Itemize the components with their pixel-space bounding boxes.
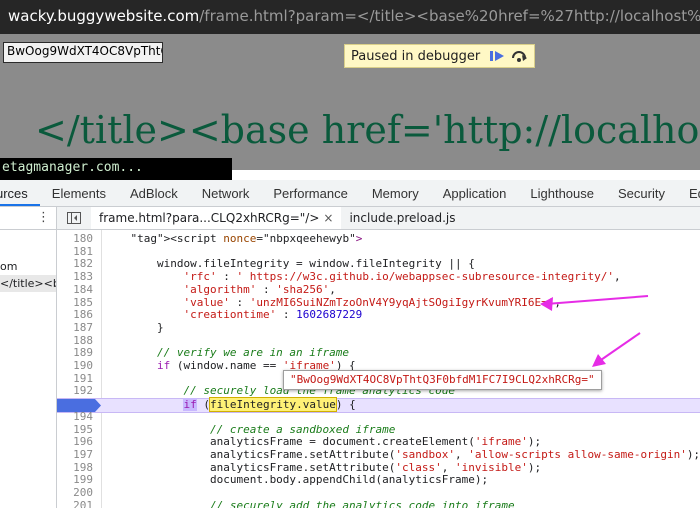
tab-memory[interactable]: Memory bbox=[360, 180, 431, 206]
line-number[interactable]: 183 bbox=[57, 270, 93, 284]
source-tabs: frame.html?para...CLQ2xhRCRg="/> × includ… bbox=[57, 207, 700, 230]
tab-editthiscookie[interactable]: EditThisCo bbox=[677, 180, 700, 206]
paused-in-debugger-banner: Paused in debugger bbox=[344, 44, 536, 68]
navigator-item-domain[interactable]: om bbox=[0, 258, 56, 275]
line-number[interactable]: 190 bbox=[57, 359, 93, 373]
tab-application[interactable]: Application bbox=[431, 180, 519, 206]
page-viewport: BwOog9WdXT4OC8VpThtQ3 Paused in debugger… bbox=[0, 34, 700, 170]
devtools-tab-bar: urces Elements AdBlock Network Performan… bbox=[0, 180, 700, 207]
sidebar-toggle-icon[interactable] bbox=[67, 211, 85, 225]
status-link-tooltip: etagmanager.com... bbox=[0, 158, 232, 180]
code-text: 'creationtime' : 1602687229 bbox=[183, 308, 363, 322]
line-number[interactable]: 197 bbox=[57, 448, 93, 462]
url-path: /frame.html?param=</title><base%20href=%… bbox=[199, 7, 700, 25]
source-tab-frame[interactable]: frame.html?para...CLQ2xhRCRg="/> × bbox=[91, 207, 342, 229]
step-over-icon[interactable] bbox=[508, 47, 530, 65]
code-editor[interactable]: 180 "tag"><script nonce="nbpxqeehewyb"> 1… bbox=[57, 230, 700, 508]
tab-elements[interactable]: Elements bbox=[40, 180, 118, 206]
code-text: "tag"><script nonce="nbpxqeehewyb"> bbox=[130, 232, 363, 245]
line-number[interactable]: 196 bbox=[57, 435, 93, 449]
tab-lighthouse[interactable]: Lighthouse bbox=[518, 180, 606, 206]
resume-icon[interactable] bbox=[486, 47, 508, 65]
tab-performance[interactable]: Performance bbox=[261, 180, 359, 206]
code-line[interactable]: 187 } bbox=[57, 320, 700, 335]
page-input-field[interactable]: BwOog9WdXT4OC8VpThtQ3 bbox=[3, 42, 163, 63]
line-number[interactable]: 186 bbox=[57, 308, 93, 322]
close-icon[interactable]: × bbox=[323, 211, 333, 225]
code-text: // securely add the analytics code into … bbox=[104, 498, 515, 508]
line-number[interactable]: 192 bbox=[57, 385, 93, 398]
code-line[interactable]: 201 // securely add the analytics code i… bbox=[57, 498, 700, 508]
line-number[interactable]: 184 bbox=[57, 283, 93, 297]
line-number[interactable]: 200 bbox=[57, 486, 93, 500]
code-line[interactable]: 183 'rfc' : ' https://w3c.github.io/weba… bbox=[57, 270, 700, 284]
file-navigator: ⋮ om </title><ba bbox=[0, 207, 57, 508]
code-line[interactable]: 199 document.body.appendChild(analyticsF… bbox=[57, 474, 700, 487]
tab-sources[interactable]: urces bbox=[0, 180, 40, 206]
line-number[interactable]: 201 bbox=[57, 499, 93, 508]
code-line[interactable]: 186 'creationtime' : 1602687229 bbox=[57, 308, 700, 322]
page-heading-text: </title><base href='http://localhost'> bbox=[35, 108, 700, 152]
navigator-header: ⋮ bbox=[0, 207, 56, 230]
source-tab-label: include.preload.js bbox=[349, 211, 456, 225]
paused-label: Paused in debugger bbox=[351, 48, 481, 64]
source-tab-include-preload[interactable]: include.preload.js bbox=[341, 207, 463, 229]
code-text: } bbox=[104, 320, 164, 334]
line-number[interactable]: 194 bbox=[57, 410, 93, 424]
url-bar[interactable]: wacky.buggywebsite.com/frame.html?param=… bbox=[0, 0, 700, 34]
tab-security[interactable]: Security bbox=[606, 180, 677, 206]
code-text: document.body.appendChild(analyticsFrame… bbox=[104, 473, 489, 487]
tab-adblock[interactable]: AdBlock bbox=[118, 180, 190, 206]
code-line[interactable]: 197 analyticsFrame.setAttribute('sandbox… bbox=[57, 448, 700, 462]
navigator-item-frame[interactable]: </title><ba bbox=[0, 275, 56, 292]
code-text: 'rfc' : ' https://w3c.github.io/webappse… bbox=[183, 270, 621, 284]
source-tab-label: frame.html?para...CLQ2xhRCRg="/> bbox=[99, 211, 320, 225]
kebab-menu-icon[interactable]: ⋮ bbox=[37, 210, 50, 225]
code-line[interactable]: 180 "tag"><script nonce="nbpxqeehewyb"> bbox=[57, 232, 700, 246]
line-number[interactable]: 180 bbox=[57, 232, 93, 246]
line-number[interactable]: 187 bbox=[57, 321, 93, 335]
value-popover: "BwOog9WdXT4OC8VpThtQ3F0bfdM1FC7I9CLQ2xh… bbox=[283, 370, 602, 390]
address-text[interactable]: wacky.buggywebsite.com/frame.html?param=… bbox=[8, 7, 700, 25]
url-host: wacky.buggywebsite.com bbox=[8, 7, 200, 25]
tab-network[interactable]: Network bbox=[190, 180, 262, 206]
